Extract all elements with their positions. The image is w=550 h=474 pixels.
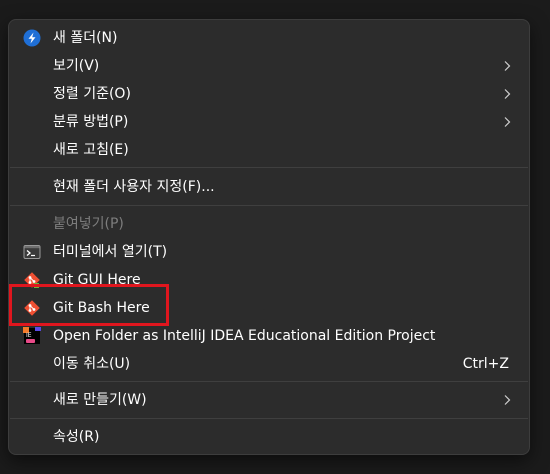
menu-item-paste: 붙여넣기(P) [13,211,525,237]
menu-item-group-by[interactable]: 분류 방법(P) [13,109,525,135]
menu-separator [10,205,528,206]
shortcut-text: Ctrl+Z [462,356,509,372]
menu-item-view[interactable]: 보기(V) [13,53,525,79]
menu-item-open-intellij[interactable]: IE Open Folder as IntelliJ IDEA Educatio… [13,323,525,349]
menu-item-label: 새로 고침(E) [53,142,129,158]
chevron-right-icon [504,395,511,405]
new-folder-icon [23,29,41,47]
menu-item-sort-by[interactable]: 정렬 기준(O) [13,81,525,107]
menu-item-label: 터미널에서 열기(T) [53,244,168,260]
menu-item-new-folder[interactable]: 새 폴더(N) [13,25,525,51]
chevron-right-icon [504,117,511,127]
highlight-annotation-box [9,284,169,326]
menu-item-label: 보기(V) [53,58,100,74]
menu-item-label: 새로 만들기(W) [53,392,147,408]
menu-item-label: 현재 폴더 사용자 지정(F)... [53,179,215,195]
svg-text:IE: IE [26,332,32,339]
menu-separator [10,381,528,382]
menu-item-label: 붙여넣기(P) [53,216,124,232]
menu-item-label: Open Folder as IntelliJ IDEA Educational… [53,328,436,344]
menu-item-open-in-terminal[interactable]: 터미널에서 열기(T) [13,239,525,265]
menu-item-label: 정렬 기준(O) [53,86,131,102]
context-menu: 새 폴더(N) 보기(V) 정렬 기준(O) 분류 방법(P) 새로 고침(E)… [8,19,530,455]
intellij-edu-icon: IE [23,327,41,344]
menu-item-label: 새 폴더(N) [53,30,118,46]
menu-separator [10,418,528,419]
menu-item-label: 속성(R) [53,429,100,445]
menu-item-properties[interactable]: 속성(R) [13,424,525,450]
menu-separator [10,167,528,168]
menu-item-undo-move[interactable]: 이동 취소(U) Ctrl+Z [13,351,525,377]
menu-item-customize-folder[interactable]: 현재 폴더 사용자 지정(F)... [13,174,525,200]
chevron-right-icon [504,89,511,99]
menu-item-new[interactable]: 새로 만들기(W) [13,387,525,413]
menu-item-refresh[interactable]: 새로 고침(E) [13,137,525,163]
menu-item-label: 분류 방법(P) [53,114,129,130]
menu-item-label: 이동 취소(U) [53,356,131,372]
terminal-icon [23,245,41,259]
chevron-right-icon [504,61,511,71]
